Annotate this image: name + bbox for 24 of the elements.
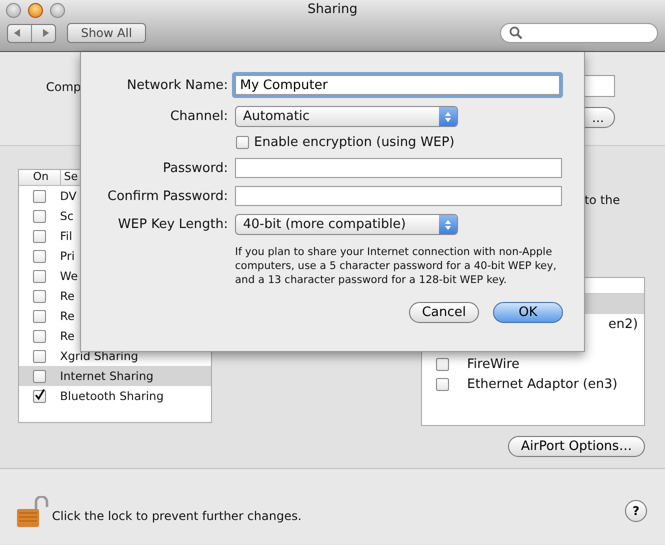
port-name: Ethernet Adaptor (en3) xyxy=(467,376,618,392)
port-name: FireWire xyxy=(467,356,520,372)
service-name: Re xyxy=(60,329,75,343)
field-label: Channel: xyxy=(169,109,228,124)
computer-name-label: Comp xyxy=(45,79,82,96)
help-text: If you plan to share your Internet connection with non-Apple computers, use a 5 character password for a 40-bit WEP key, and a 13 character password for a 128-bit WEP key. xyxy=(235,245,558,287)
service-name: Re xyxy=(60,309,75,323)
service-name: Re xyxy=(60,289,75,303)
service-name: Fil xyxy=(60,229,72,243)
service-name: Internet Sharing xyxy=(60,369,154,383)
field-label: Network Name: xyxy=(126,78,228,92)
field-label: Confirm Password: xyxy=(106,188,228,204)
service-name: Sc xyxy=(60,209,74,223)
service-name: DV xyxy=(60,189,77,203)
description-text: to the xyxy=(584,193,620,207)
service-name: Bluetooth Sharing xyxy=(60,389,164,403)
field-label: WEP Key Length: xyxy=(117,217,228,232)
service-name: Xgrid Sharing xyxy=(60,349,138,363)
field-label: Password: xyxy=(162,160,228,176)
service-name: We xyxy=(60,269,78,283)
service-name: Pri xyxy=(60,249,75,263)
lock-message: Click the lock to prevent further changes. xyxy=(52,508,302,522)
window-title: Sharing xyxy=(308,2,358,19)
port-name: en2) xyxy=(608,316,638,332)
